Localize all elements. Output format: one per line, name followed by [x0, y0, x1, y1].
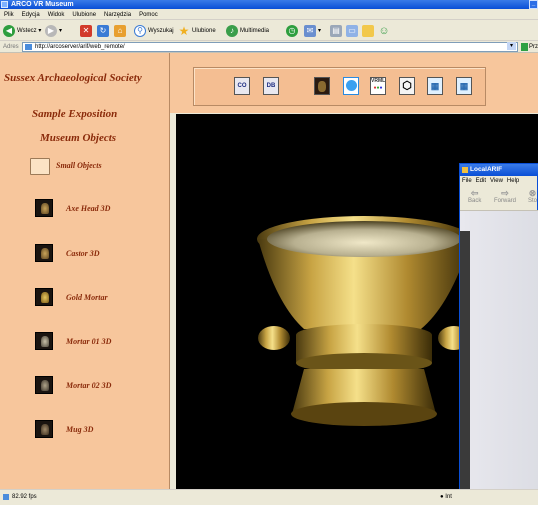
search-button[interactable]: ⚲ Wyszukaj — [134, 23, 174, 38]
edit-button[interactable]: ▭ — [346, 23, 360, 38]
exposition-link[interactable]: Sample Exposition — [32, 108, 117, 120]
go-arrow-icon — [521, 43, 528, 51]
mortar-02-thumbnail[interactable] — [35, 376, 53, 394]
castor-thumbnail[interactable] — [35, 244, 53, 262]
cube-icon[interactable]: ⬡ — [399, 77, 415, 95]
page-icon — [25, 44, 32, 50]
fps-status: 82.92 fps — [12, 494, 37, 500]
edit-icon: ▭ — [346, 24, 358, 37]
address-input[interactable]: http://arcoserver/arif/web_remote/ — [22, 42, 518, 52]
folder-button[interactable] — [362, 23, 376, 38]
popup-menu-file[interactable]: File — [460, 178, 474, 184]
favorites-button[interactable]: ★ Ulubione — [178, 23, 216, 38]
address-bar: Adres http://arcoserver/arif/web_remote/… — [0, 41, 538, 53]
go-button[interactable]: Prz — [521, 42, 538, 52]
address-url: http://arcoserver/arif/web_remote/ — [35, 44, 125, 50]
popup-menu-bar: File Edit View Help — [460, 176, 538, 186]
object-castor[interactable]: Castor 3D — [66, 249, 100, 258]
stop-button[interactable]: ✕ — [80, 23, 94, 38]
quicktime-icon[interactable] — [343, 77, 359, 95]
refresh-icon: ↻ — [97, 24, 109, 37]
folder-icon-small-objects[interactable] — [30, 158, 50, 175]
popup-menu-view[interactable]: View — [488, 178, 505, 184]
local-arif-window: LocalARIF File Edit View Help ⇦ Back ⇨ Forwar… — [459, 163, 538, 490]
stop-icon: ✕ — [80, 24, 92, 37]
popup-app-icon — [462, 167, 468, 173]
minimize-button[interactable]: _ — [529, 0, 538, 9]
address-label: Adres — [3, 44, 19, 50]
app-icon — [1, 1, 8, 8]
popup-menu-help[interactable]: Help — [505, 178, 521, 184]
object-axe-head[interactable]: Axe Head 3D — [66, 204, 110, 213]
forward-arrow-icon: ⇨ — [501, 188, 509, 198]
print-icon: ▤ — [330, 24, 342, 37]
mug-thumbnail[interactable] — [35, 420, 53, 438]
browser-toolbar: ◀ Wstecz ▾ ▶ ▾ ✕ ↻ ⌂ ⚲ Wyszukaj ★ Ulubion… — [0, 20, 538, 41]
back-arrow-icon: ⇦ — [470, 188, 479, 198]
print-button[interactable]: ▤ — [330, 23, 344, 38]
address-dropdown[interactable]: ▾ — [507, 42, 516, 50]
calculator-icon-2[interactable]: ▦ — [456, 77, 472, 95]
object-mortar-01[interactable]: Mortar 01 3D — [66, 337, 111, 346]
status-bar: 82.92 fps ● Int — [0, 489, 538, 504]
axe-head-thumbnail[interactable] — [35, 199, 53, 217]
objects-heading: Museum Objects — [40, 132, 117, 144]
back-arrow-icon: ◀ — [3, 24, 15, 37]
popup-forward-button[interactable]: ⇨ Forward — [494, 188, 516, 204]
mail-icon: ✉ — [304, 24, 316, 37]
popup-stop-button[interactable]: ⊗ Sto — [528, 188, 537, 204]
back-button[interactable]: ◀ Wstecz ▾ — [3, 23, 41, 38]
vrml-button[interactable]: VRML ●●● — [370, 77, 386, 95]
object-mug[interactable]: Mug 3D — [66, 425, 93, 434]
history-button[interactable]: ◷ — [286, 23, 300, 38]
forward-arrow-icon: ▶ — [45, 24, 57, 37]
museum-sidebar: Sussex Archaeological Society Sample Exp… — [0, 53, 170, 489]
messenger-icon: ☺ — [378, 24, 390, 37]
window-title: ARCO VR Museum — [11, 1, 74, 8]
gold-mortar-thumbnail[interactable] — [35, 288, 53, 306]
search-icon: ⚲ — [134, 24, 146, 37]
zone-status: ● Int — [440, 494, 452, 500]
popup-toolbar: ⇦ Back ⇨ Forward ⊗ Sto — [460, 186, 538, 211]
forward-button[interactable]: ▶ ▾ — [45, 23, 62, 38]
multimedia-icon: ♪ — [226, 24, 238, 37]
object-mortar-02[interactable]: Mortar 02 3D — [66, 381, 111, 390]
messenger-button[interactable]: ☺ — [378, 23, 392, 38]
popup-titlebar: LocalARIF — [460, 164, 538, 176]
window-titlebar: ARCO VR Museum _ — [0, 0, 538, 9]
popup-menu-edit[interactable]: Edit — [474, 178, 488, 184]
mona-lisa-icon[interactable] — [314, 77, 330, 95]
stop-icon: ⊗ — [528, 188, 537, 198]
refresh-button[interactable]: ↻ — [97, 23, 111, 38]
mortar-01-thumbnail[interactable] — [35, 332, 53, 350]
page-status-icon — [3, 494, 9, 500]
star-icon: ★ — [178, 23, 190, 38]
folder-small-objects[interactable]: Small Objects — [56, 161, 102, 170]
popup-content[interactable] — [460, 211, 538, 490]
calculator-icon[interactable]: ▦ — [427, 77, 443, 95]
db-button[interactable]: DB — [263, 77, 279, 95]
multimedia-button[interactable]: ♪ Multimedia — [226, 23, 269, 38]
folder-icon — [362, 24, 374, 37]
history-icon: ◷ — [286, 24, 298, 37]
home-button[interactable]: ⌂ — [114, 23, 128, 38]
co-button[interactable]: CO — [234, 77, 250, 95]
popup-title: LocalARIF — [470, 166, 503, 173]
society-title: Sussex Archaeological Society — [4, 72, 142, 84]
popup-back-button[interactable]: ⇦ Back — [468, 188, 481, 204]
mail-button[interactable]: ✉ ▾ — [304, 23, 321, 38]
home-icon: ⌂ — [114, 24, 126, 37]
menu-bar: Plik Edycja Widok Ulubione Narzędzia Pomoc — [0, 9, 538, 20]
object-gold-mortar[interactable]: Gold Mortar — [66, 293, 108, 302]
